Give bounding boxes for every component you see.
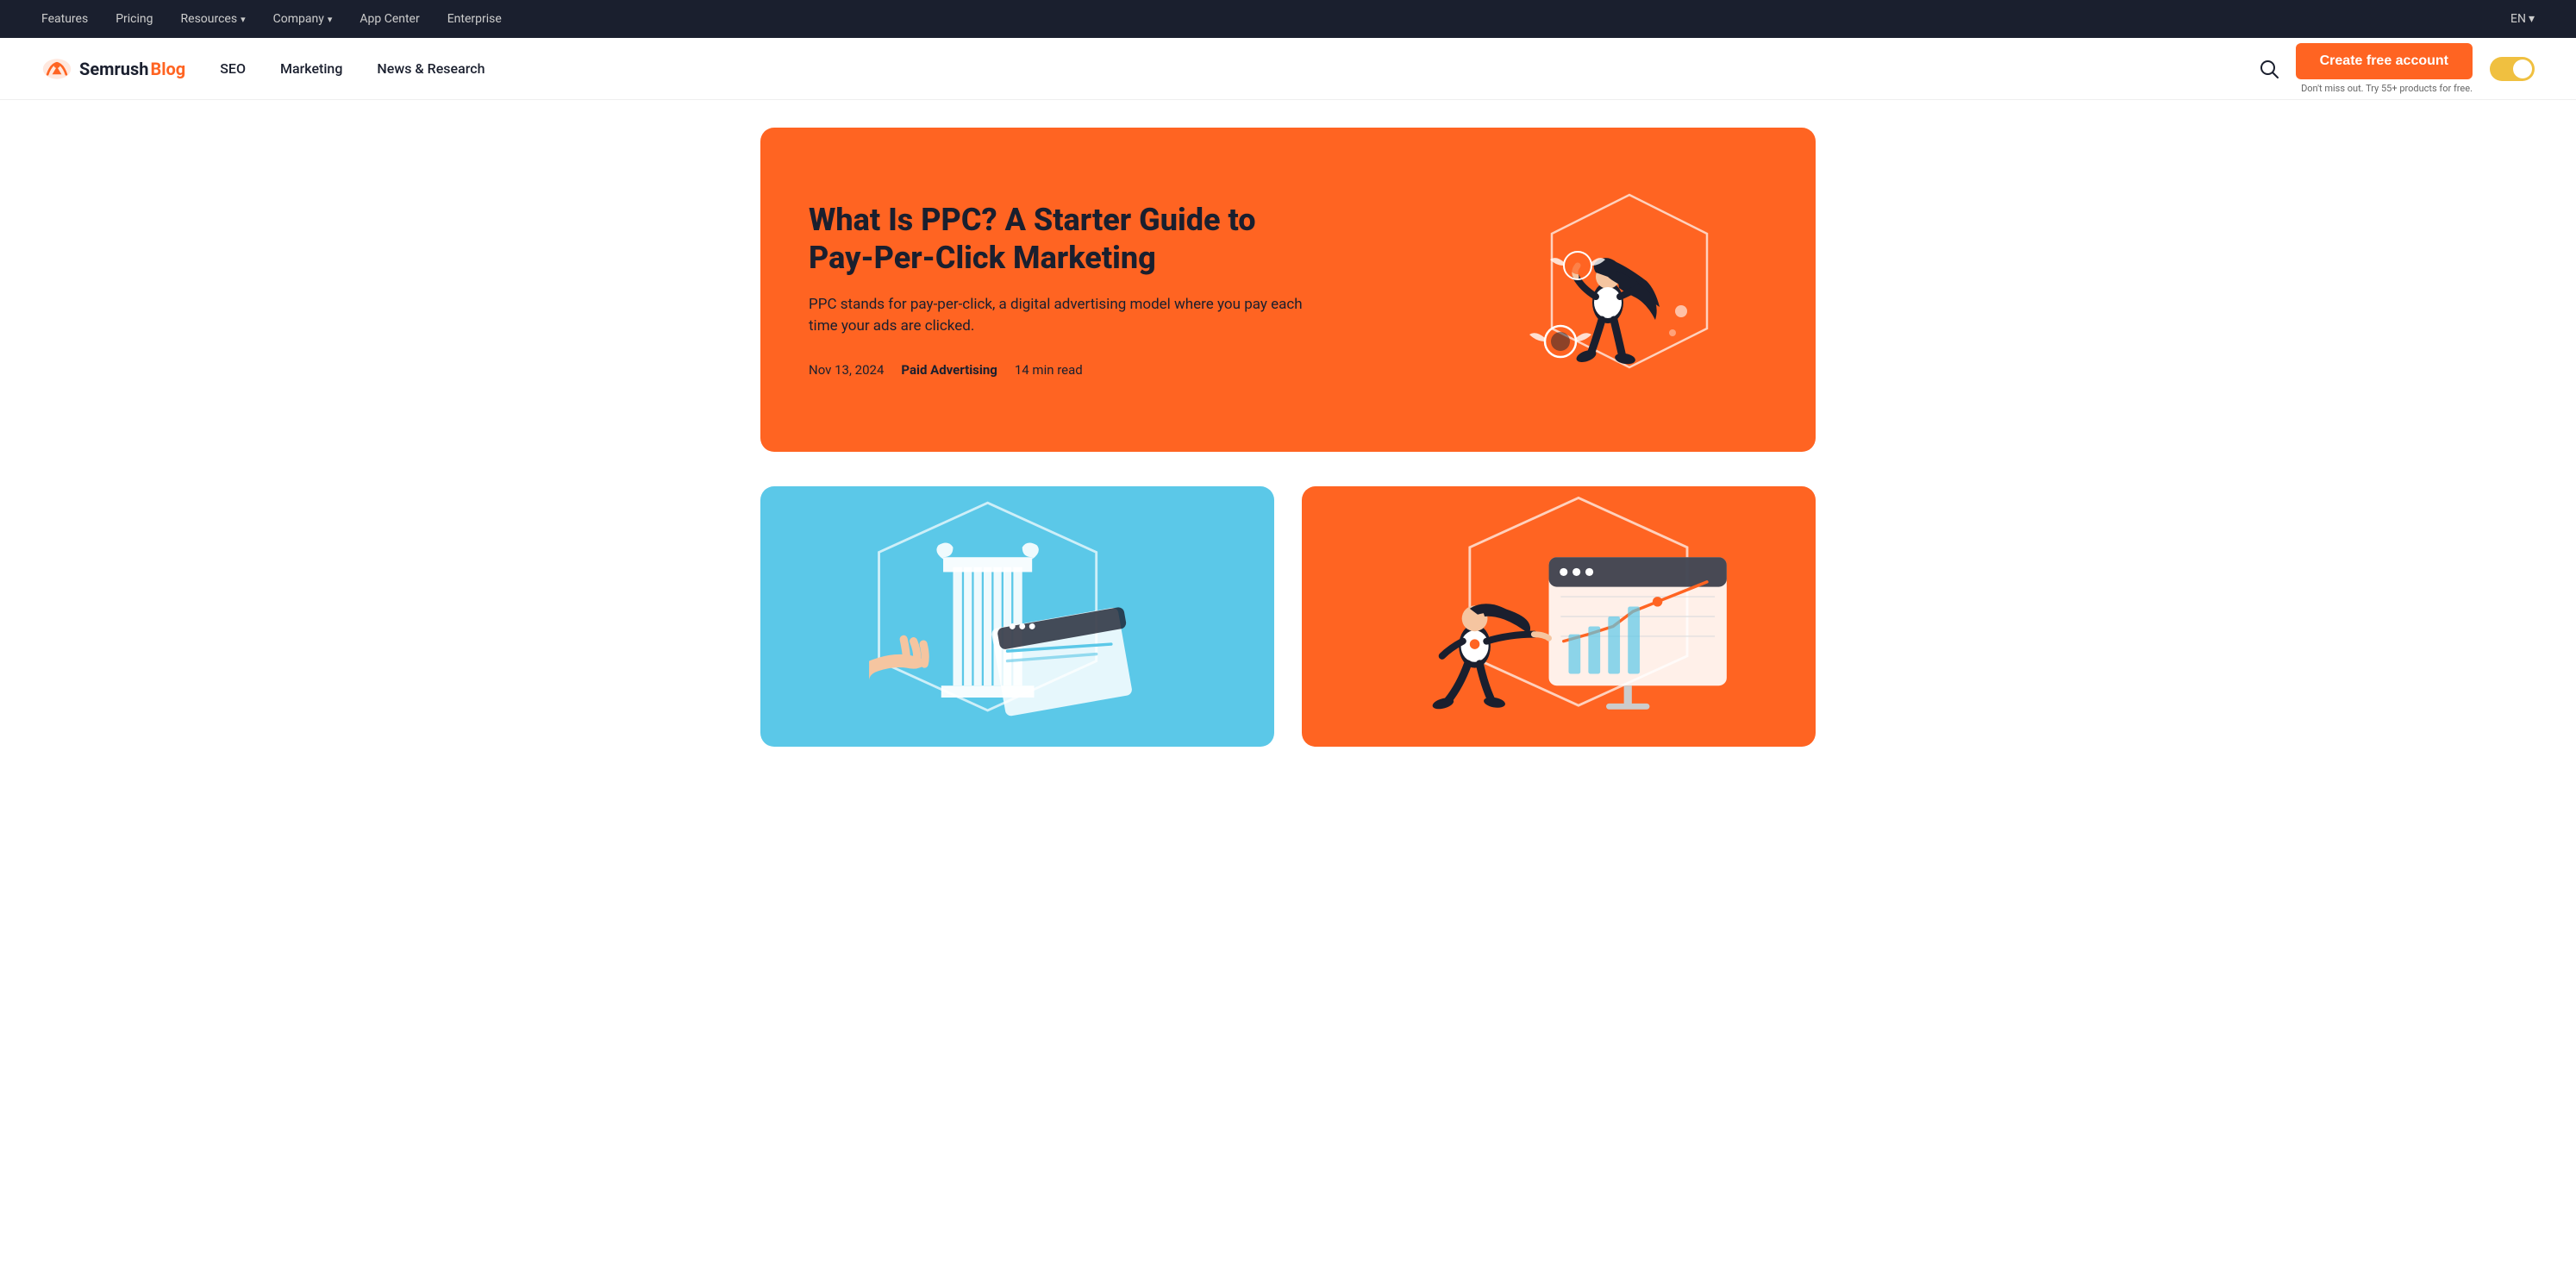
nav-resources[interactable]: Resources (181, 12, 246, 26)
blog-label: Blog (150, 59, 185, 79)
top-navigation: Features Pricing Resources Company App C… (0, 0, 2576, 38)
toggle-knob (2513, 59, 2532, 78)
hero-article-tag[interactable]: Paid Advertising (901, 362, 997, 378)
main-content: What Is PPC? A Starter Guide to Pay-Per-… (719, 100, 1857, 774)
nav-logo-and-links: Semrush Blog SEO Marketing News & Resear… (41, 57, 485, 81)
logo[interactable]: Semrush Blog (41, 57, 185, 81)
search-icon (2260, 59, 2279, 78)
hero-article-date: Nov 13, 2024 (809, 362, 884, 378)
cta-subtitle: Don't miss out. Try 55+ products for fre… (2301, 83, 2473, 94)
hero-article-description: PPC stands for pay-per-click, a digital … (809, 294, 1309, 338)
nav-pricing[interactable]: Pricing (116, 12, 153, 26)
hero-article-read-time: 14 min read (1015, 362, 1083, 378)
nav-app-center[interactable]: App Center (360, 12, 419, 26)
language-selector[interactable]: EN ▾ (2510, 12, 2535, 26)
semrush-logo-icon (41, 57, 72, 81)
search-button[interactable] (2260, 59, 2279, 78)
blog-nav-seo[interactable]: SEO (220, 60, 246, 77)
blue-card-illustration (760, 486, 1274, 747)
nav-company[interactable]: Company (273, 12, 333, 26)
logo-text: Semrush (79, 59, 148, 79)
blog-nav-marketing[interactable]: Marketing (280, 60, 342, 77)
bottom-card-blue[interactable] (760, 486, 1274, 747)
nav-enterprise[interactable]: Enterprise (447, 12, 502, 26)
nav-right-actions: Create free account Don't miss out. Try … (2260, 43, 2535, 94)
hero-article-meta: Nov 13, 2024 Paid Advertising 14 min rea… (809, 362, 1309, 378)
hero-card-content: What Is PPC? A Starter Guide to Pay-Per-… (809, 202, 1309, 377)
top-nav-right: EN ▾ (2510, 12, 2535, 26)
hero-illustration (1474, 169, 1767, 410)
bottom-cards-grid (760, 486, 1816, 747)
secondary-navigation: Semrush Blog SEO Marketing News & Resear… (0, 38, 2576, 100)
ppc-illustration-svg (1474, 169, 1767, 410)
cta-area: Create free account Don't miss out. Try … (2296, 43, 2473, 94)
bottom-card-orange[interactable] (1302, 486, 1816, 747)
blog-nav-news-research[interactable]: News & Research (377, 60, 485, 77)
orange-card-illustration (1302, 486, 1816, 747)
blog-navigation: SEO Marketing News & Research (220, 60, 485, 77)
theme-toggle[interactable] (2490, 57, 2535, 81)
hero-article-title: What Is PPC? A Starter Guide to Pay-Per-… (809, 202, 1309, 276)
hero-article-card[interactable]: What Is PPC? A Starter Guide to Pay-Per-… (760, 128, 1816, 452)
chevron-down-icon: ▾ (2529, 12, 2535, 26)
top-nav-links: Features Pricing Resources Company App C… (41, 12, 502, 26)
nav-features[interactable]: Features (41, 12, 88, 26)
create-account-button[interactable]: Create free account (2296, 43, 2473, 79)
